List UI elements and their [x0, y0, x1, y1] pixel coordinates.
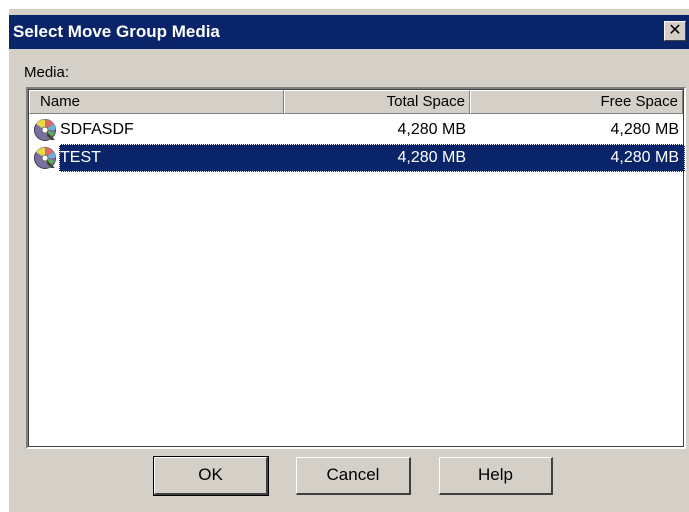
list-item-sdfasdf[interactable]: SDFASDF 4,280 MB 4,280 MB: [29, 116, 683, 144]
media-list[interactable]: Name Total Space Free Space SDFASDF 4,28…: [26, 87, 686, 449]
dialog-title: Select Move Group Media: [13, 22, 220, 41]
title-bar[interactable]: Select Move Group Media ✕: [9, 15, 689, 49]
list-header: Name Total Space Free Space: [29, 90, 683, 114]
item-free-space: 4,280 MB: [610, 121, 679, 138]
cancel-button[interactable]: Cancel: [296, 457, 411, 495]
ok-button[interactable]: OK: [153, 456, 269, 496]
cell-name: TEST: [29, 146, 284, 170]
column-header-free-space[interactable]: Free Space: [470, 90, 683, 114]
list-rows: SDFASDF 4,280 MB 4,280 MB TEST 4,280 MB …: [29, 116, 685, 172]
cell-name: SDFASDF: [29, 118, 284, 142]
item-name: TEST: [60, 149, 101, 166]
media-disc-icon: [34, 119, 56, 141]
list-item-test[interactable]: TEST 4,280 MB 4,280 MB: [29, 144, 685, 172]
item-total-space: 4,280 MB: [397, 149, 466, 166]
media-label: Media:: [24, 64, 70, 81]
help-button[interactable]: Help: [439, 457, 553, 495]
column-header-name[interactable]: Name: [29, 90, 284, 114]
media-disc-icon: [34, 147, 56, 169]
column-header-total-space[interactable]: Total Space: [284, 90, 470, 114]
close-icon: ✕: [668, 22, 682, 39]
item-total-space: 4,280 MB: [397, 121, 466, 138]
select-move-group-media-dialog: Select Move Group Media ✕ Media: Name To…: [8, 8, 689, 512]
item-free-space: 4,280 MB: [610, 149, 679, 166]
item-name: SDFASDF: [60, 121, 134, 138]
close-button[interactable]: ✕: [664, 21, 686, 41]
